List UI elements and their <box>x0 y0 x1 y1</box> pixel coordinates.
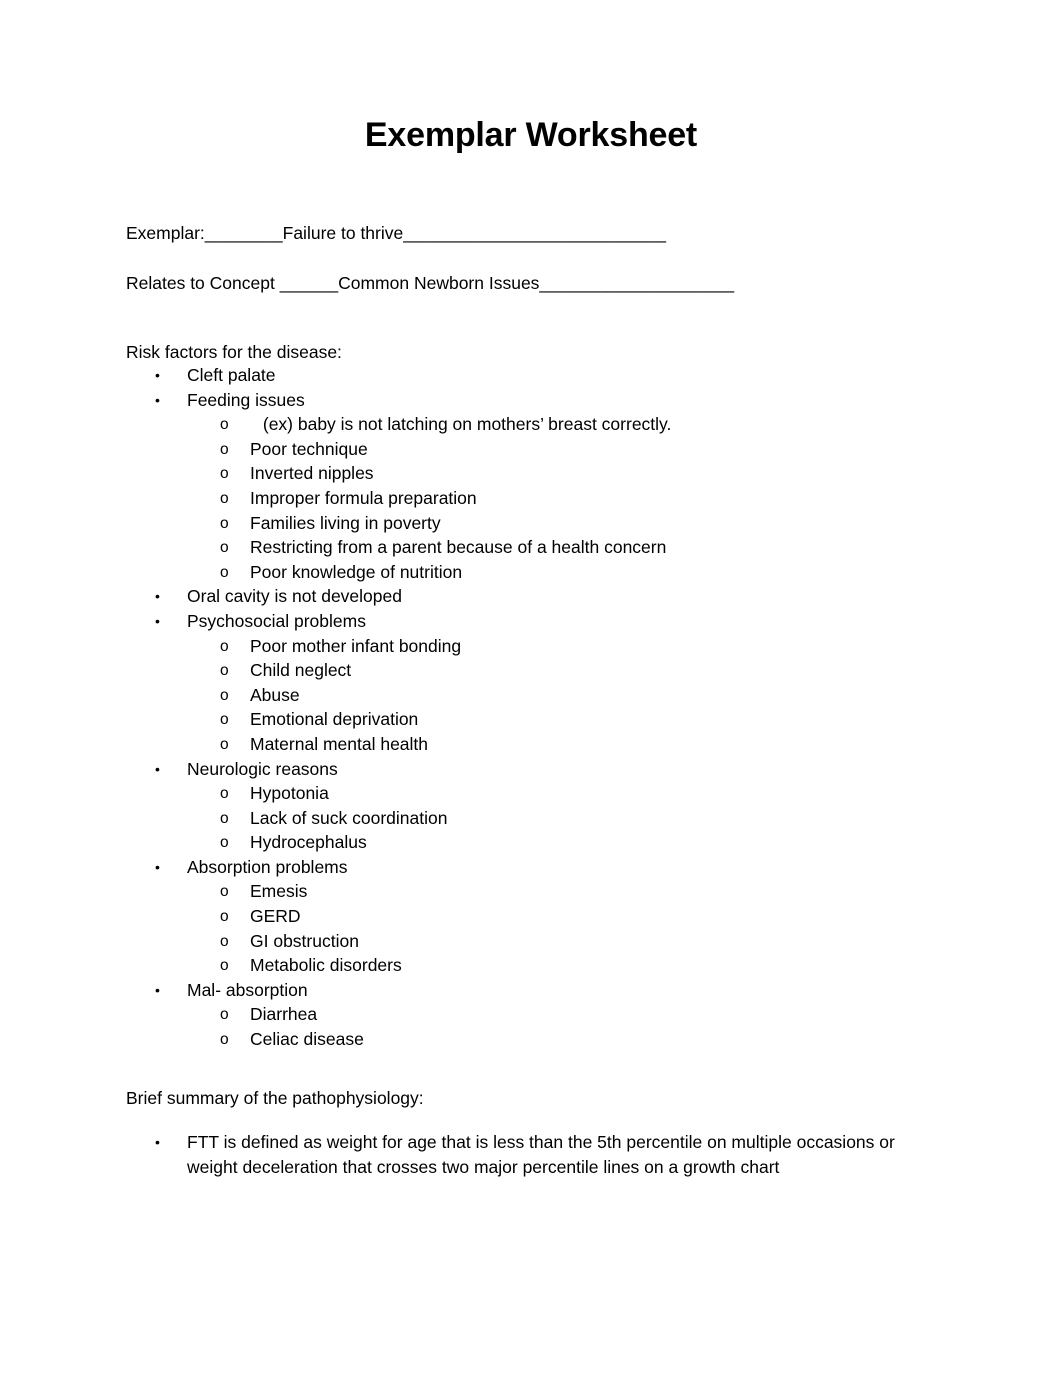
sub-bullet-marker-icon: o <box>220 440 229 458</box>
list-item-label: Metabolic disorders <box>250 955 402 976</box>
list-item-label: Hypotonia <box>250 783 329 804</box>
list-item: o Hydrocephalus <box>0 830 1062 855</box>
list-item-label: Families living in poverty <box>250 512 441 533</box>
list-item-label: GI obstruction <box>250 930 359 951</box>
list-item: • Mal- absorption <box>0 978 1062 1003</box>
list-item: • Cleft palate <box>0 363 1062 388</box>
list-item-label: Emotional deprivation <box>250 709 419 730</box>
bullet-marker-icon: • <box>155 588 160 605</box>
list-item: • Feeding issues <box>0 388 1062 413</box>
list-item-label: Maternal mental health <box>250 733 429 754</box>
list-item-label: (ex) baby is not latching on mothers’ br… <box>258 414 672 435</box>
bullet-marker-icon: • <box>155 391 160 408</box>
bullet-marker-icon: • <box>155 367 160 383</box>
sub-bullet-marker-icon: o <box>220 662 229 680</box>
exemplar-field-line: Exemplar:________Failure to thrive______… <box>126 223 667 243</box>
list-item: o Maternal mental health <box>0 732 1062 757</box>
list-item-label: Celiac disease <box>250 1029 364 1050</box>
list-item: o Metabolic disorders <box>0 953 1062 978</box>
list-item: o Families living in poverty <box>0 511 1062 536</box>
document-page: Exemplar Worksheet Exemplar:________Fail… <box>0 0 1062 1377</box>
list-item-label: Child neglect <box>250 660 352 681</box>
sub-bullet-marker-icon: o <box>220 809 229 827</box>
list-item-label: Psychosocial problems <box>187 610 366 631</box>
pathophysiology-list: • FTT is defined as weight for age that i… <box>0 1130 1062 1180</box>
sub-bullet-marker-icon: o <box>220 686 229 704</box>
sub-bullet-marker-icon: o <box>220 563 229 581</box>
sub-bullet-marker-icon: o <box>220 883 229 901</box>
sub-bullet-marker-icon: o <box>220 514 229 532</box>
sub-bullet-marker-icon: o <box>220 489 229 507</box>
bullet-marker-icon: • <box>155 760 160 777</box>
sub-bullet-marker-icon: o <box>220 416 229 434</box>
list-item: o Emesis <box>0 879 1062 904</box>
bullet-marker-icon: • <box>155 612 160 629</box>
list-item-label: Feeding issues <box>187 389 305 410</box>
sub-bullet-marker-icon: o <box>220 1031 229 1049</box>
list-item-label: Lack of suck coordination <box>250 807 448 828</box>
list-item-label: Inverted nipples <box>250 463 374 484</box>
risk-factors-list: • Cleft palate • Feeding issues o (ex) baby … <box>0 363 1062 1052</box>
list-item: o (ex) baby is not latching on mothers’ … <box>0 412 1062 437</box>
list-item-label: Poor knowledge of nutrition <box>250 561 463 582</box>
list-item-label: Absorption problems <box>187 856 348 877</box>
list-item: o GERD <box>0 904 1062 929</box>
list-item-label: Restricting from a parent because of a h… <box>250 537 667 558</box>
list-item-label: Oral cavity is not developed <box>187 586 402 607</box>
bullet-marker-icon: • <box>155 858 160 875</box>
sub-bullet-marker-icon: o <box>220 637 229 655</box>
list-item-label: GERD <box>250 906 301 927</box>
list-item: • Psychosocial problems <box>0 609 1062 634</box>
list-item: • FTT is defined as weight for age that i… <box>0 1130 1062 1180</box>
sub-bullet-marker-icon: o <box>220 1006 229 1024</box>
sub-bullet-marker-icon: o <box>220 785 229 803</box>
list-item-label: Neurologic reasons <box>187 758 338 779</box>
list-item: • Neurologic reasons <box>0 757 1062 782</box>
list-item: o Improper formula preparation <box>0 486 1062 511</box>
list-item: o Hypotonia <box>0 781 1062 806</box>
sub-bullet-marker-icon: o <box>220 735 229 753</box>
risk-factors-heading: Risk factors for the disease: <box>126 342 342 362</box>
sub-bullet-marker-icon: o <box>220 908 229 926</box>
pathophysiology-heading: Brief summary of the pathophysiology: <box>126 1088 424 1108</box>
list-item-label: Improper formula preparation <box>250 487 477 508</box>
sub-bullet-marker-icon: o <box>220 539 229 557</box>
list-item: o Poor mother infant bonding <box>0 634 1062 659</box>
list-item: o GI obstruction <box>0 929 1062 954</box>
list-item-label: Abuse <box>250 684 300 705</box>
page-title: Exemplar Worksheet <box>364 116 698 154</box>
list-item: o Abuse <box>0 683 1062 708</box>
sub-bullet-marker-icon: o <box>220 932 229 950</box>
list-item: o Child neglect <box>0 658 1062 683</box>
list-item: o Poor knowledge of nutrition <box>0 560 1062 585</box>
list-item-label: Diarrhea <box>250 1004 318 1025</box>
list-item-label: Poor mother infant bonding <box>250 635 462 656</box>
bullet-marker-icon: • <box>155 981 160 998</box>
list-item: o Diarrhea <box>0 1002 1062 1027</box>
list-item: o Lack of suck coordination <box>0 806 1062 831</box>
list-item: • Absorption problems <box>0 855 1062 880</box>
list-item-label: Poor technique <box>250 438 368 459</box>
list-item-label: Cleft palate <box>187 365 276 385</box>
list-item: o Emotional deprivation <box>0 707 1062 732</box>
sub-bullet-marker-icon: o <box>220 957 229 975</box>
list-item: o Inverted nipples <box>0 461 1062 486</box>
sub-bullet-marker-icon: o <box>220 465 229 483</box>
sub-bullet-marker-icon: o <box>220 711 229 729</box>
list-item-label: FTT is defined as weight for age that is… <box>187 1132 895 1177</box>
relates-to-concept-field-line: Relates to Concept ______Common Newborn … <box>126 273 735 293</box>
list-item: o Poor technique <box>0 437 1062 462</box>
list-item: o Celiac disease <box>0 1027 1062 1052</box>
bullet-marker-icon: • <box>155 1134 160 1150</box>
list-item-label: Emesis <box>250 881 308 902</box>
sub-bullet-marker-icon: o <box>220 834 229 852</box>
list-item: o Restricting from a parent because of a … <box>0 535 1062 560</box>
list-item-label: Hydrocephalus <box>250 832 367 853</box>
list-item: • Oral cavity is not developed <box>0 584 1062 609</box>
list-item-label: Mal- absorption <box>187 979 308 1000</box>
